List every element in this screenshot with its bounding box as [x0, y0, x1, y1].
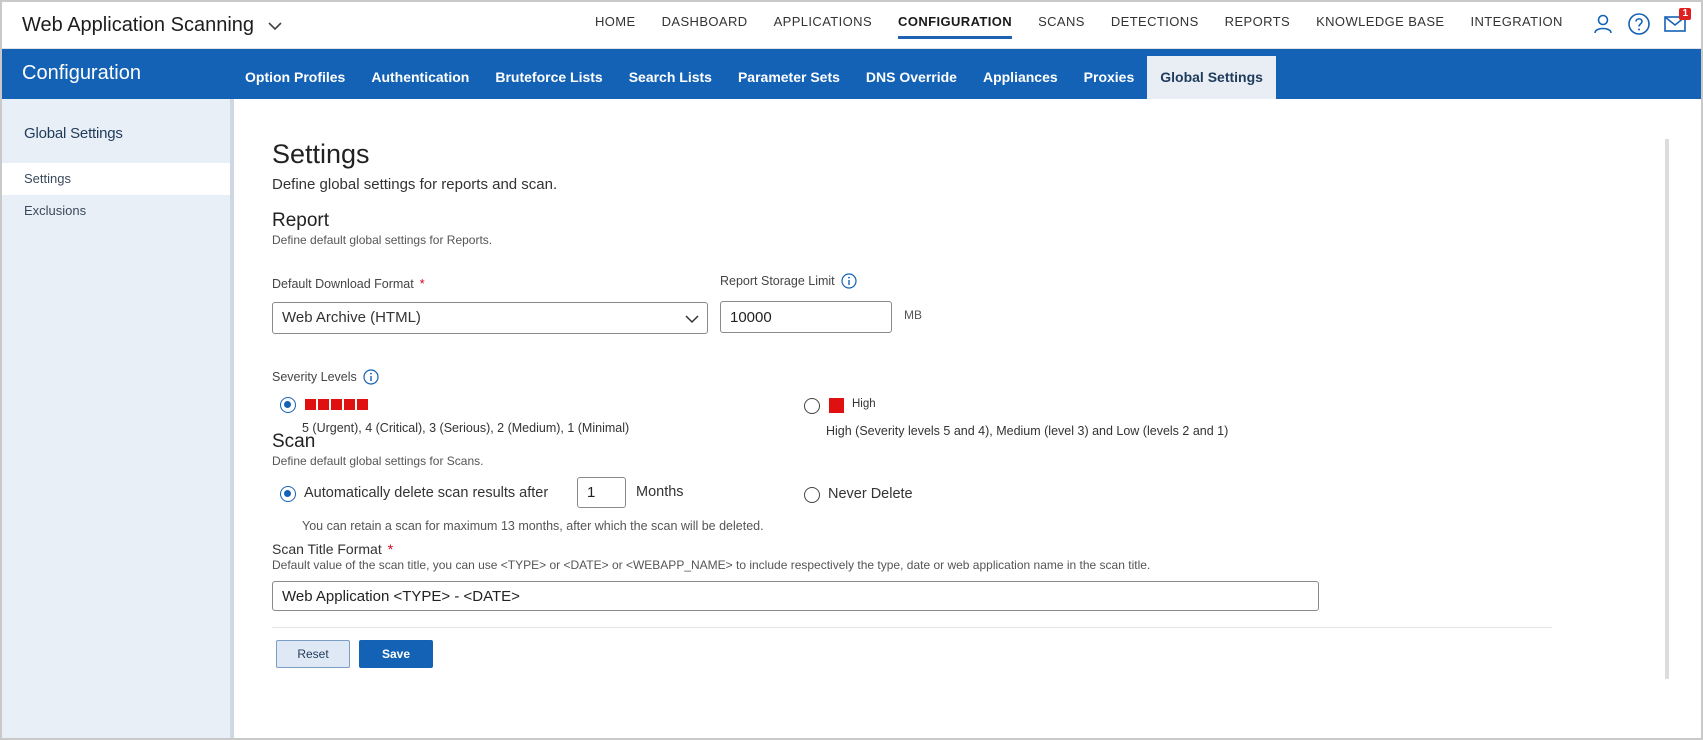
scan-section-subtitle: Define default global settings for Scans… [272, 454, 484, 468]
tab-global-settings[interactable]: Global Settings [1147, 56, 1276, 99]
auto-delete-months-input[interactable] [577, 477, 626, 508]
severity-five-levels-desc: 5 (Urgent), 4 (Critical), 3 (Serious), 2… [302, 421, 630, 435]
storage-limit-label: Report Storage Limit [720, 273, 857, 289]
report-section-subtitle: Define default global settings for Repor… [272, 233, 493, 247]
storage-limit-input[interactable] [720, 301, 892, 333]
nav-detections[interactable]: DETECTIONS [1098, 2, 1212, 49]
sidebar-heading: Global Settings [24, 125, 123, 142]
download-format-label: Default Download Format * [272, 277, 425, 291]
retain-note: You can retain a scan for maximum 13 mon… [302, 519, 764, 533]
required-mark: * [387, 541, 394, 557]
mail-badge: 1 [1679, 8, 1691, 20]
nav-applications[interactable]: APPLICATIONS [761, 2, 885, 49]
scan-section-title: Scan [272, 431, 316, 452]
tab-option-profiles[interactable]: Option Profiles [232, 56, 358, 99]
report-section-title: Report [272, 210, 330, 231]
severity-high-label: High [852, 398, 876, 410]
severity-three-levels-desc: High (Severity levels 5 and 4), Medium (… [826, 424, 1229, 438]
config-tabs: Option Profiles Authentication Bruteforc… [232, 56, 1276, 99]
scrollbar[interactable] [1665, 139, 1669, 679]
nav-reports[interactable]: REPORTS [1212, 2, 1303, 49]
top-nav: HOME DASHBOARD APPLICATIONS CONFIGURATIO… [582, 2, 1576, 49]
severity-square-1 [357, 399, 368, 410]
severity-levels-label-text: Severity Levels [272, 370, 357, 384]
download-format-label-text: Default Download Format [272, 277, 414, 291]
nav-home[interactable]: HOME [582, 2, 649, 49]
nav-integration[interactable]: INTEGRATION [1458, 2, 1576, 49]
severity-levels-label: Severity Levels [272, 369, 379, 385]
main-content: Settings Define global settings for repo… [234, 99, 1701, 738]
sidebar-item-exclusions[interactable]: Exclusions [2, 195, 230, 227]
download-format-value: Web Archive (HTML) [282, 309, 421, 326]
section-title: Configuration [22, 62, 141, 84]
severity-square-3 [331, 399, 342, 410]
save-button[interactable]: Save [359, 640, 433, 668]
tab-authentication[interactable]: Authentication [358, 56, 482, 99]
title-format-input[interactable] [272, 581, 1319, 611]
required-mark: * [419, 277, 425, 291]
sidebar: Global Settings Settings Exclusions [2, 99, 234, 738]
top-bar: Web Application Scanning HOME DASHBOARD … [2, 2, 1701, 49]
nav-configuration[interactable]: CONFIGURATION [885, 2, 1025, 49]
severity-square-2 [344, 399, 355, 410]
info-icon[interactable] [841, 273, 857, 289]
tab-proxies[interactable]: Proxies [1071, 56, 1148, 99]
divider [272, 627, 1552, 628]
nav-knowledge-base[interactable]: KNOWLEDGE BASE [1303, 2, 1457, 49]
auto-delete-label: Automatically delete scan results after [304, 485, 549, 501]
severity-three-levels-radio[interactable] [804, 398, 820, 414]
storage-limit-label-text: Report Storage Limit [720, 274, 835, 288]
title-format-label-text: Scan Title Format [272, 541, 382, 557]
app-frame: Web Application Scanning HOME DASHBOARD … [0, 0, 1703, 740]
app-switcher[interactable]: Web Application Scanning [22, 14, 284, 37]
severity-square-5 [305, 399, 316, 410]
info-icon[interactable] [363, 369, 379, 385]
auto-delete-unit: Months [636, 484, 684, 500]
sidebar-item-settings[interactable]: Settings [2, 163, 230, 195]
auto-delete-radio[interactable] [280, 486, 296, 502]
user-icon[interactable] [1591, 12, 1615, 36]
never-delete-label: Never Delete [828, 486, 913, 502]
severity-high-square [829, 398, 844, 413]
app-title: Web Application Scanning [22, 14, 255, 36]
page-subtitle: Define global settings for reports and s… [272, 176, 558, 193]
tab-dns-override[interactable]: DNS Override [853, 56, 970, 99]
title-format-label: Scan Title Format * [272, 541, 393, 557]
download-format-select[interactable]: Web Archive (HTML) [272, 302, 708, 334]
title-format-help: Default value of the scan title, you can… [272, 558, 1151, 572]
storage-unit: MB [904, 308, 922, 322]
tab-search-lists[interactable]: Search Lists [616, 56, 725, 99]
tab-appliances[interactable]: Appliances [970, 56, 1071, 99]
severity-five-levels-radio[interactable] [280, 397, 296, 413]
help-icon[interactable] [1627, 12, 1651, 36]
tab-bruteforce-lists[interactable]: Bruteforce Lists [482, 56, 615, 99]
chevron-down-icon [685, 315, 699, 324]
chevron-down-icon [268, 21, 282, 30]
nav-dashboard[interactable]: DASHBOARD [649, 2, 761, 49]
reset-button[interactable]: Reset [276, 640, 350, 668]
section-bar: Configuration Option Profiles Authentica… [2, 49, 1701, 99]
nav-scans[interactable]: SCANS [1025, 2, 1098, 49]
severity-square-4 [318, 399, 329, 410]
never-delete-radio[interactable] [804, 487, 820, 503]
severity-square-high [829, 398, 844, 413]
tab-parameter-sets[interactable]: Parameter Sets [725, 56, 853, 99]
mail-button[interactable]: 1 [1663, 8, 1691, 36]
top-icons: 1 [1591, 8, 1691, 36]
page-title: Settings [272, 139, 370, 169]
severity-five-level-squares [305, 399, 368, 410]
